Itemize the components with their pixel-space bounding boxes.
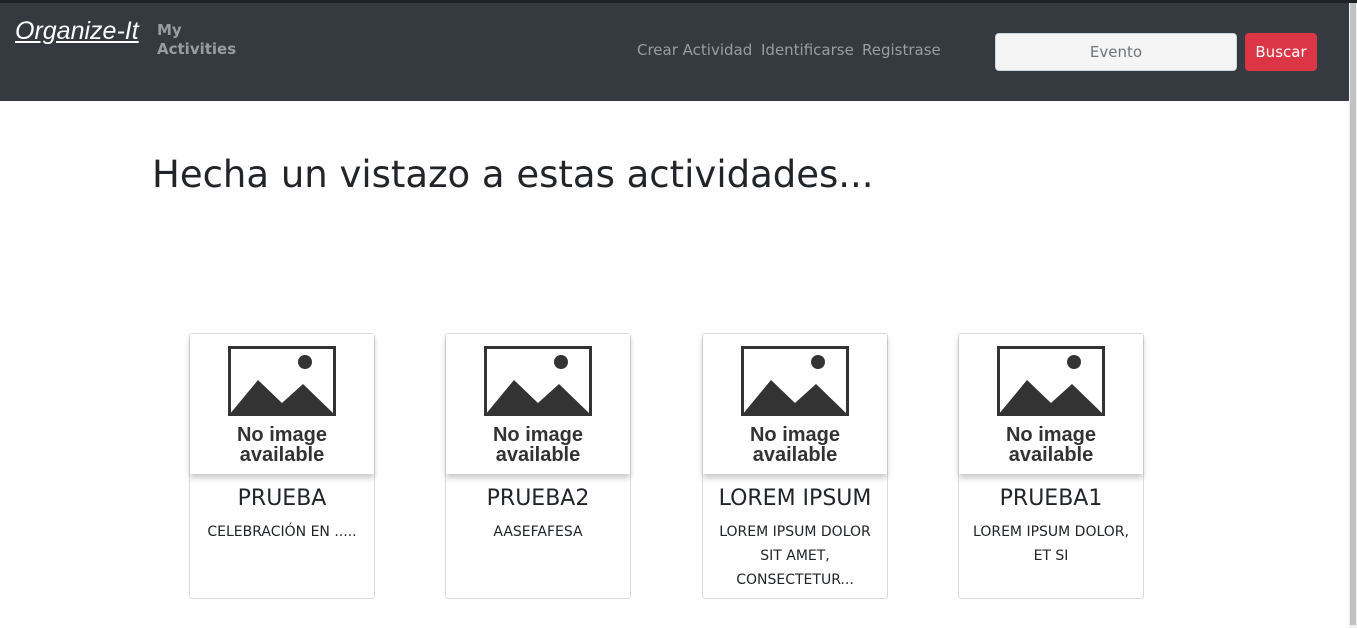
vertical-scrollbar[interactable]: [1349, 3, 1357, 628]
my-activities-link[interactable]: My Activities: [157, 21, 247, 59]
no-image-label: No image: [1005, 424, 1097, 446]
activity-card[interactable]: No image available PRUEBA CELEBRACIÓN EN…: [189, 333, 375, 599]
no-image-label: available: [1008, 444, 1094, 466]
card-text: LOREM IPSUM DOLOR, ET SI: [973, 524, 1129, 564]
card-image-placeholder: No image available: [190, 334, 374, 474]
card-title: LOREM IPSUM: [718, 486, 872, 511]
no-image-icon: [997, 346, 1105, 416]
search-button[interactable]: Buscar: [1245, 33, 1317, 71]
no-image-label: No image: [492, 424, 584, 446]
card-image-placeholder: No image available: [446, 334, 630, 474]
registrase-link[interactable]: Registrase: [862, 40, 941, 60]
card-title: PRUEBA2: [486, 486, 590, 511]
identificarse-link[interactable]: Identificarse: [761, 40, 854, 60]
crear-actividad-link[interactable]: Crear Actividad: [637, 40, 752, 60]
card-text: CELEBRACIÓN EN .....: [207, 524, 357, 540]
no-image-icon: [484, 346, 592, 416]
activity-card[interactable]: No image available PRUEBA2 AASEFAFESA: [445, 333, 631, 599]
no-image-label: available: [495, 444, 581, 466]
card-title: PRUEBA: [237, 486, 327, 511]
card-image-placeholder: No image available: [959, 334, 1143, 474]
no-image-icon: [741, 346, 849, 416]
scrollbar-thumb[interactable]: [1350, 3, 1356, 625]
navbar: Organize-It My Activities Crear Activida…: [0, 3, 1349, 101]
card-title: PRUEBA1: [999, 486, 1103, 511]
no-image-label: No image: [749, 424, 841, 446]
page-heading: Hecha un vistazo a estas actividades...: [152, 153, 874, 196]
activity-card[interactable]: No image available LOREM IPSUM LOREM IPS…: [702, 333, 888, 599]
card-text: AASEFAFESA: [493, 524, 583, 540]
card-image-placeholder: No image available: [703, 334, 887, 474]
no-image-label: No image: [236, 424, 328, 446]
activity-card[interactable]: No image available PRUEBA1 LOREM IPSUM D…: [958, 333, 1144, 599]
no-image-label: available: [239, 444, 325, 466]
no-image-icon: [228, 346, 336, 416]
search-input[interactable]: [995, 33, 1237, 71]
card-text: LOREM IPSUM DOLOR SIT AMET, CONSECTETUR.…: [719, 524, 871, 588]
brand-link[interactable]: Organize-It: [15, 13, 140, 50]
no-image-label: available: [752, 444, 838, 466]
